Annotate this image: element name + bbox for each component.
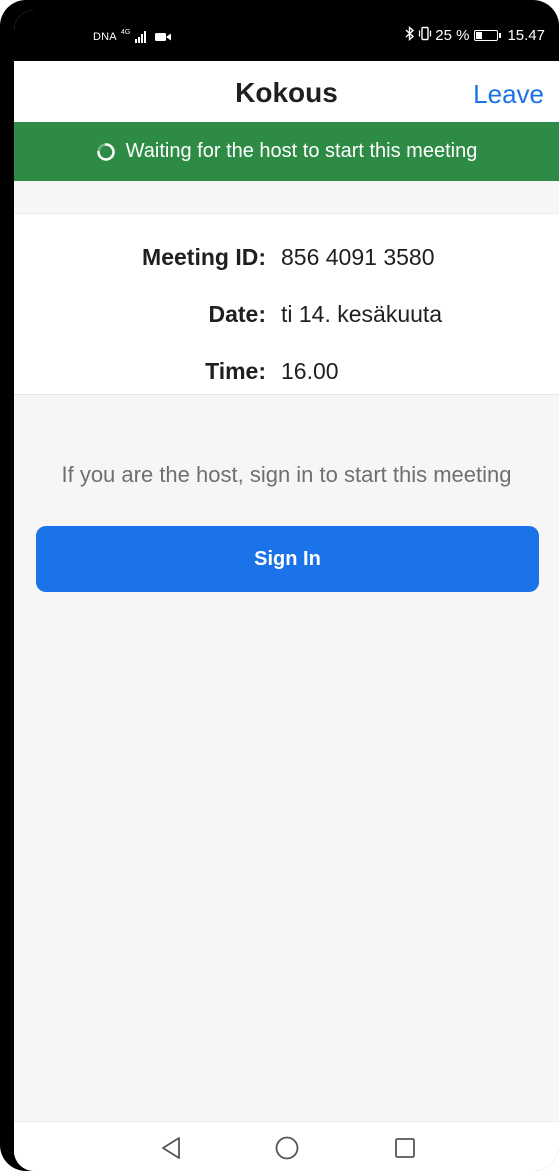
meeting-id-row: Meeting ID: 856 4091 3580 bbox=[14, 244, 559, 274]
system-nav-bar bbox=[14, 1121, 559, 1171]
signal-icon bbox=[134, 31, 146, 43]
meeting-info-card: Meeting ID: 856 4091 3580 Date: ti 14. k… bbox=[14, 213, 559, 395]
phone-frame: DNA 4G 25 % 15.47 Kokous Leave Waiting f… bbox=[0, 0, 559, 1171]
sign-in-button[interactable]: Sign In bbox=[36, 526, 539, 592]
leave-button[interactable]: Leave bbox=[473, 79, 544, 110]
vibrate-icon bbox=[418, 26, 432, 45]
loading-spinner-icon bbox=[96, 142, 116, 162]
date-value: ti 14. kesäkuuta bbox=[281, 301, 443, 327]
waiting-message: Waiting for the host to start this meeti… bbox=[125, 140, 478, 162]
time-row: Time: 16.00 bbox=[14, 358, 559, 388]
app-screen: DNA 4G 25 % 15.47 Kokous Leave Waiting f… bbox=[14, 10, 559, 1171]
back-triangle-icon[interactable] bbox=[157, 1134, 185, 1162]
network-type: 4G bbox=[120, 28, 131, 36]
date-row: Date: ti 14. kesäkuuta bbox=[14, 301, 559, 331]
battery-percent: 25 % bbox=[435, 27, 470, 44]
waiting-banner: Waiting for the host to start this meeti… bbox=[14, 122, 559, 181]
status-right: 25 % 15.47 bbox=[405, 25, 545, 45]
home-circle-icon[interactable] bbox=[273, 1134, 301, 1162]
recents-square-icon[interactable] bbox=[391, 1134, 419, 1162]
time-label: Time: bbox=[205, 358, 266, 384]
time-value: 16.00 bbox=[281, 358, 339, 384]
battery-icon bbox=[474, 30, 502, 41]
meeting-id-value: 856 4091 3580 bbox=[281, 244, 435, 270]
meeting-header: Kokous Leave bbox=[14, 61, 559, 122]
meeting-id-label: Meeting ID: bbox=[142, 244, 266, 270]
bluetooth-icon bbox=[405, 25, 415, 45]
status-left: DNA 4G bbox=[93, 28, 171, 43]
date-label: Date: bbox=[208, 301, 266, 327]
carrier-name: DNA bbox=[93, 31, 117, 43]
video-camera-icon bbox=[154, 32, 171, 42]
host-sign-in-hint: If you are the host, sign in to start th… bbox=[61, 462, 512, 487]
clock-time: 15.47 bbox=[507, 27, 545, 44]
status-bar: DNA 4G 25 % 15.47 bbox=[14, 10, 559, 61]
